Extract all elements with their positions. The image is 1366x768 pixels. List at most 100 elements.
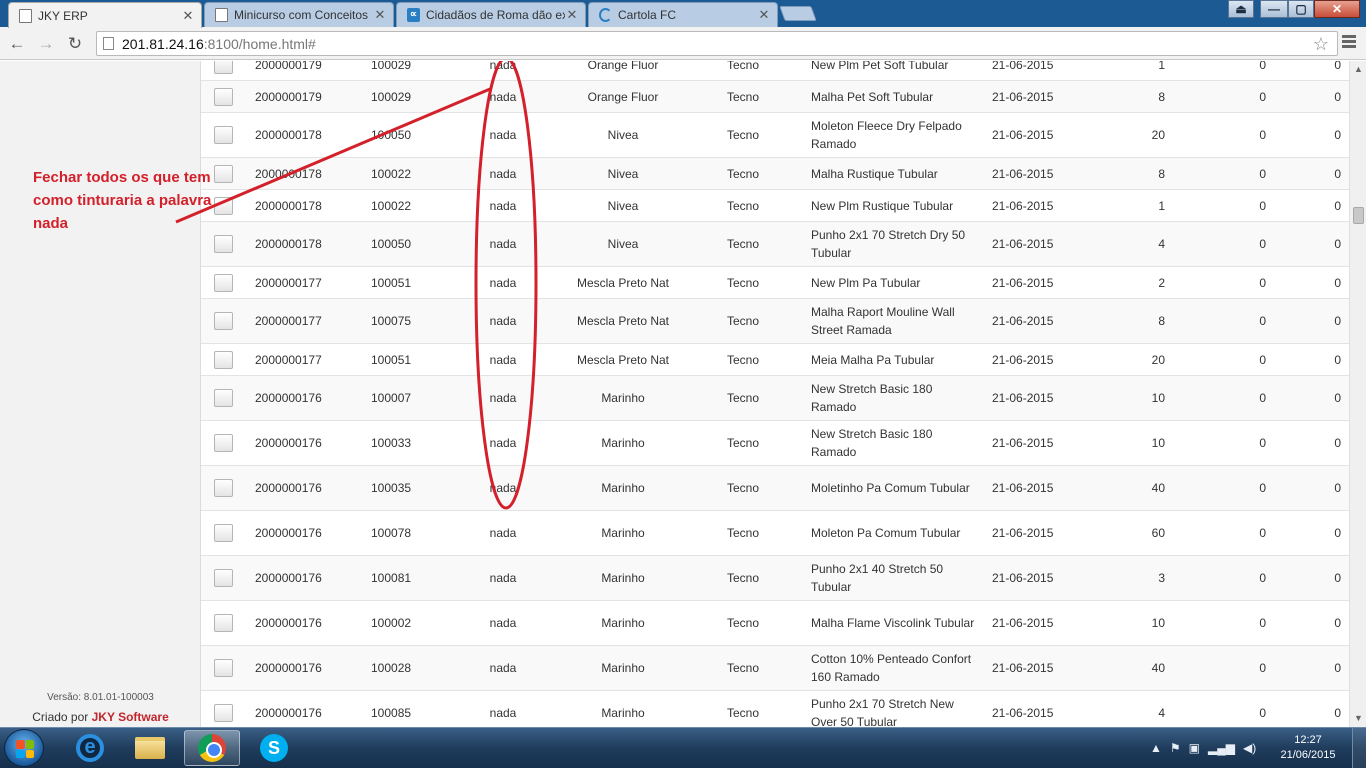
value-cell: 0 xyxy=(1259,314,1266,328)
table-row[interactable]: 2000000176 100002 nada Marinho Tecno Malha Fl… xyxy=(201,601,1349,646)
close-window-button[interactable]: ✕ xyxy=(1314,0,1360,18)
description-cell: Moleton Fleece Dry Felpado Ramado xyxy=(811,119,962,151)
tab-close-icon[interactable]: ✕ xyxy=(373,7,387,23)
table-row[interactable]: 2000000176 100078 nada Marinho Tecno Moleton … xyxy=(201,511,1349,556)
row-checkbox[interactable] xyxy=(213,235,233,253)
scrollbar-thumb[interactable] xyxy=(1353,207,1364,224)
dyehouse-cell: nada xyxy=(489,166,517,181)
clock-date: 21/06/2015 xyxy=(1280,749,1336,761)
row-checkbox[interactable] xyxy=(213,614,233,632)
table-row[interactable]: 2000000177 100075 nada Mescla Preto Nat Tecn… xyxy=(201,299,1349,344)
device-icon[interactable]: ▣ xyxy=(1189,741,1200,755)
table-row[interactable]: 2000000177 100051 nada Mescla Preto Nat Tecn… xyxy=(201,267,1349,299)
scroll-down-arrow-icon[interactable]: ▼ xyxy=(1354,713,1363,723)
back-arrow-icon[interactable]: ← xyxy=(6,33,28,55)
windows-start-button[interactable] xyxy=(4,729,44,767)
taskbar-file-explorer[interactable] xyxy=(122,730,178,766)
address-bar[interactable]: 201.81.24.16:8100/home.html# ☆ xyxy=(96,31,1338,56)
scroll-up-arrow-icon[interactable]: ▲ xyxy=(1354,64,1363,74)
table-row[interactable]: 2000000176 100007 nada Marinho Tecno New Stre… xyxy=(201,376,1349,421)
row-checkbox[interactable] xyxy=(213,479,233,497)
row-checkbox[interactable] xyxy=(213,350,233,369)
row-checkbox[interactable] xyxy=(213,659,233,677)
row-checkbox[interactable] xyxy=(213,704,233,722)
document-number-cell: 2000000178 xyxy=(255,166,322,181)
tab-close-icon[interactable]: ✕ xyxy=(181,8,195,24)
taskbar-skype[interactable]: S xyxy=(246,730,302,766)
row-checkbox[interactable] xyxy=(213,569,233,587)
row-checkbox[interactable] xyxy=(213,312,233,330)
value-cell: 0 xyxy=(1259,198,1266,213)
row-checkbox[interactable] xyxy=(213,87,233,106)
row-checkbox[interactable] xyxy=(213,196,233,215)
tab-jky-erp[interactable]: JKY ERP ✕ xyxy=(8,2,202,28)
date-cell: 21-06-2015 xyxy=(992,481,1054,495)
profile-icon[interactable]: ⏏ xyxy=(1228,0,1254,18)
color-cell: Marinho xyxy=(601,661,645,675)
tab-close-icon[interactable]: ✕ xyxy=(757,7,771,23)
tab-title: Cartola FC xyxy=(618,8,677,22)
table-row[interactable]: 2000000177 100051 nada Mescla Preto Nat Tecn… xyxy=(201,344,1349,376)
new-tab-button[interactable] xyxy=(779,6,817,21)
date-cell: 21-06-2015 xyxy=(992,526,1054,540)
windows-taskbar: e S ▲ ⚑ ▣ ▂▄▆ ◀) 12:27 21/06/2015 xyxy=(0,727,1366,768)
row-checkbox[interactable] xyxy=(213,164,233,183)
table-row[interactable]: 2000000178 100050 nada Nivea Tecno Punho 2x1 … xyxy=(201,222,1349,267)
show-desktop-button[interactable] xyxy=(1352,728,1366,768)
dyehouse-cell: nada xyxy=(489,352,517,367)
type-cell: Tecno xyxy=(726,526,760,540)
tab-close-icon[interactable]: ✕ xyxy=(565,7,579,23)
color-cell: Orange Fluor xyxy=(587,61,659,72)
credit-brand-link[interactable]: JKY Software xyxy=(92,710,169,724)
row-checkbox[interactable] xyxy=(213,389,233,407)
table-row[interactable]: 2000000176 100081 nada Marinho Tecno Punho 2x… xyxy=(201,556,1349,601)
document-number-cell: 2000000176 xyxy=(255,661,322,675)
network-signal-icon[interactable]: ▂▄▆ xyxy=(1208,741,1235,755)
document-number-cell: 2000000179 xyxy=(255,61,322,72)
tab-cidadaos-de-roma[interactable]: ∝ Cidadãos de Roma dão ex ✕ xyxy=(396,2,586,27)
value-cell: 0 xyxy=(1259,128,1266,142)
volume-icon[interactable]: ◀) xyxy=(1243,741,1256,755)
row-checkbox[interactable] xyxy=(213,524,233,542)
browser-toolbar: ← → ↻ 201.81.24.16:8100/home.html# ☆ xyxy=(0,27,1366,60)
maximize-button[interactable]: ▢ xyxy=(1288,0,1314,18)
vertical-scrollbar[interactable]: ▲ ▼ xyxy=(1349,61,1366,727)
row-checkbox[interactable] xyxy=(213,126,233,144)
row-checkbox[interactable] xyxy=(213,273,233,292)
product-code-cell: 100050 xyxy=(371,237,412,251)
value-cell: 0 xyxy=(1259,61,1266,72)
table-row[interactable]: 2000000179 100029 nada Orange Fluor Tecno New… xyxy=(201,61,1349,81)
table-row[interactable]: 2000000178 100050 nada Nivea Tecno Moleton Fl… xyxy=(201,113,1349,158)
color-cell: Marinho xyxy=(601,616,645,630)
dyehouse-cell: nada xyxy=(489,526,517,540)
reload-icon[interactable]: ↻ xyxy=(64,33,86,55)
minimize-button[interactable]: — xyxy=(1260,0,1288,18)
table-row[interactable]: 2000000176 100035 nada Marinho Tecno Moletinh… xyxy=(201,466,1349,511)
taskbar-google-chrome[interactable] xyxy=(184,730,240,766)
taskbar-internet-explorer[interactable]: e xyxy=(62,730,118,766)
table-row[interactable]: 2000000178 100022 nada Nivea Tecno New Plm Ru… xyxy=(201,190,1349,222)
table-row[interactable]: 2000000176 100033 nada Marinho Tecno New Stre… xyxy=(201,421,1349,466)
table-row[interactable]: 2000000178 100022 nada Nivea Tecno Malha Rust… xyxy=(201,158,1349,190)
show-hidden-icons-icon[interactable]: ▲ xyxy=(1150,741,1162,755)
description-cell: Malha Rustique Tubular xyxy=(811,166,938,181)
table-row[interactable]: 2000000179 100029 nada Orange Fluor Tecno Mal… xyxy=(201,81,1349,113)
dyehouse-cell: nada xyxy=(489,198,517,213)
forward-arrow-icon[interactable]: → xyxy=(35,33,57,55)
quantity-cell: 4 xyxy=(1158,237,1165,251)
system-clock[interactable]: 12:27 21/06/2015 xyxy=(1272,733,1344,763)
value-cell: 0 xyxy=(1334,571,1341,585)
document-number-cell: 2000000176 xyxy=(255,526,322,540)
color-cell: Nivea xyxy=(607,237,639,251)
value-cell: 0 xyxy=(1259,352,1266,367)
row-checkbox-cell xyxy=(213,344,233,375)
table-row[interactable]: 2000000176 100085 nada Marinho Tecno Punho 2x… xyxy=(201,691,1349,727)
menu-icon[interactable] xyxy=(1342,35,1356,50)
bookmark-star-icon[interactable]: ☆ xyxy=(1313,34,1329,55)
row-checkbox[interactable] xyxy=(213,434,233,452)
table-row[interactable]: 2000000176 100028 nada Marinho Tecno Cotton 1… xyxy=(201,646,1349,691)
tab-cartola-fc[interactable]: Cartola FC ✕ xyxy=(588,2,778,27)
flag-icon[interactable]: ⚑ xyxy=(1170,741,1181,755)
tab-minicurso[interactable]: Minicurso com Conceitos ✕ xyxy=(204,2,394,27)
row-checkbox[interactable] xyxy=(213,61,233,74)
